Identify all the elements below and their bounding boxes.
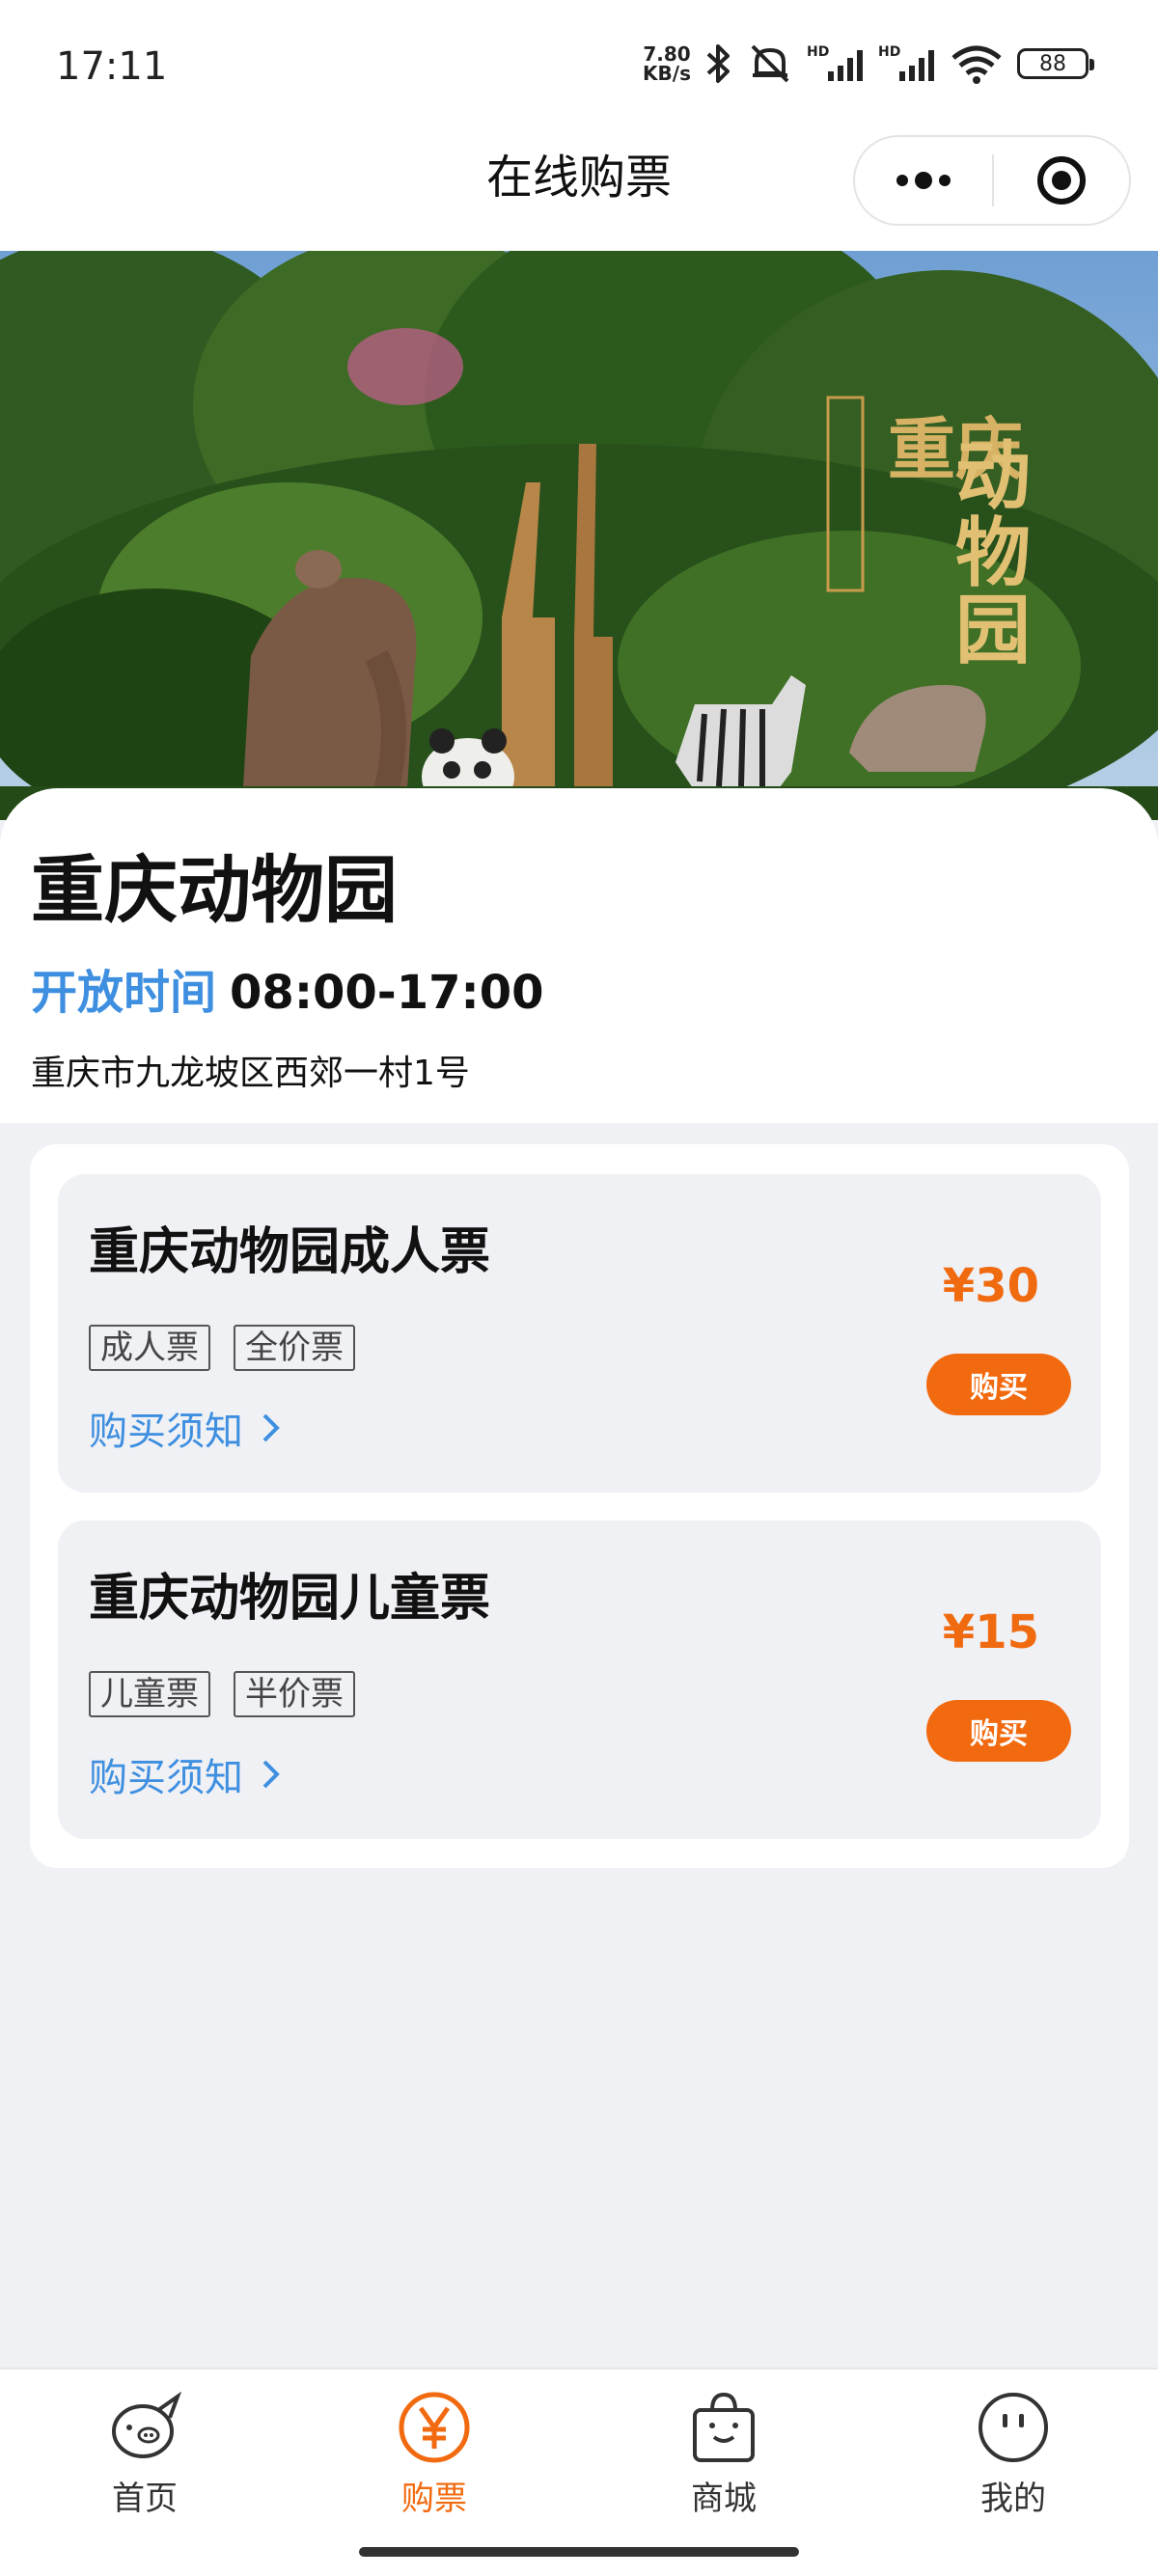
close-button[interactable] [994, 137, 1129, 224]
hours-label: 开放时间 [31, 966, 217, 1020]
close-target-icon [1036, 156, 1086, 205]
banner-image: 重庆 动 物 园 [0, 251, 1158, 820]
signal-hd-icon: HD [807, 44, 863, 81]
status-icons: 7.80 KB/s HD HD 88 [643, 42, 1094, 85]
chevron-right-icon [262, 1413, 280, 1442]
bluetooth-icon [706, 44, 730, 83]
tab-label: 首页 [112, 2480, 178, 2518]
net-speed-value: 7.80 [643, 42, 691, 66]
tab-tickets[interactable]: 购票 [338, 2389, 531, 2519]
battery-icon: 88 [1017, 48, 1094, 79]
ticket-tag: 儿童票 [89, 1671, 210, 1717]
profile-face-icon [979, 2393, 1048, 2462]
tab-home[interactable]: 首页 [48, 2389, 241, 2519]
ticket-name: 重庆动物园儿童票 [89, 1570, 491, 1628]
more-dots-icon [896, 172, 951, 189]
svg-text:HD: HD [878, 44, 900, 60]
ticket-card[interactable]: 重庆动物园成人票 成人票 全价票 购买须知 ¥30 购买 [58, 1174, 1101, 1493]
purchase-notice-label: 购买须知 [89, 1756, 243, 1800]
ticket-name: 重庆动物园成人票 [89, 1223, 491, 1281]
ticket-tag: 全价票 [234, 1325, 355, 1371]
svg-text:物: 物 [955, 509, 1031, 597]
tab-label: 商城 [691, 2480, 757, 2518]
status-time: 17:11 [56, 44, 168, 89]
nav-bar: 在线购票 [0, 135, 1158, 251]
buy-button[interactable]: 购买 [926, 1354, 1071, 1415]
purchase-notice-link[interactable]: 购买须知 [89, 1746, 282, 1802]
purchase-notice-label: 购买须知 [89, 1410, 243, 1454]
tab-mall[interactable]: 商城 [627, 2389, 820, 2519]
shopping-bag-icon [693, 2392, 755, 2462]
wifi-icon [951, 45, 1002, 84]
ticket-tags: 儿童票 半价票 [89, 1671, 355, 1717]
home-indicator[interactable] [359, 2547, 799, 2557]
ticket-list: 重庆动物园成人票 成人票 全价票 购买须知 ¥30 购买 重庆动物园儿童票 儿童… [30, 1144, 1129, 1868]
mini-program-capsule [853, 135, 1131, 226]
buy-button[interactable]: 购买 [926, 1700, 1071, 1762]
ticket-card[interactable]: 重庆动物园儿童票 儿童票 半价票 购买须知 ¥15 购买 [58, 1521, 1101, 1839]
zoo-name: 重庆动物园 [31, 847, 398, 933]
ticket-price: ¥15 [942, 1605, 1039, 1659]
net-speed: 7.80 KB/s [643, 44, 691, 83]
mute-icon [751, 44, 789, 83]
signal-hd-icon: HD [878, 44, 934, 81]
tab-label: 我的 [980, 2480, 1046, 2518]
svg-text:园: 园 [955, 587, 1031, 674]
ticket-tags: 成人票 全价票 [89, 1325, 355, 1371]
ticket-price: ¥30 [942, 1259, 1039, 1313]
hours-value: 08:00-17:00 [230, 966, 544, 1020]
svg-text:动: 动 [955, 432, 1031, 520]
ticket-tag: 半价票 [234, 1671, 355, 1717]
more-button[interactable] [855, 137, 992, 224]
status-bar: 17:11 7.80 KB/s HD HD 88 [0, 0, 1158, 135]
net-speed-unit: KB/s [643, 62, 691, 85]
yen-icon [399, 2392, 470, 2463]
ticket-tag: 成人票 [89, 1325, 210, 1371]
tab-profile[interactable]: 我的 [917, 2389, 1110, 2519]
zoo-info-card: 重庆动物园 开放时间 08:00-17:00 重庆市九龙坡区西郊一村1号 [0, 788, 1158, 1123]
opening-hours: 开放时间 08:00-17:00 [31, 954, 544, 1022]
purchase-notice-link[interactable]: 购买须知 [89, 1400, 282, 1456]
home-pig-icon [112, 2391, 182, 2458]
chevron-right-icon [262, 1760, 280, 1789]
zoo-address: 重庆市九龙坡区西郊一村1号 [31, 1054, 470, 1093]
tab-label: 购票 [401, 2480, 467, 2518]
tab-bar: 首页 购票 商城 我的 [0, 2368, 1158, 2576]
svg-text:HD: HD [807, 44, 829, 60]
